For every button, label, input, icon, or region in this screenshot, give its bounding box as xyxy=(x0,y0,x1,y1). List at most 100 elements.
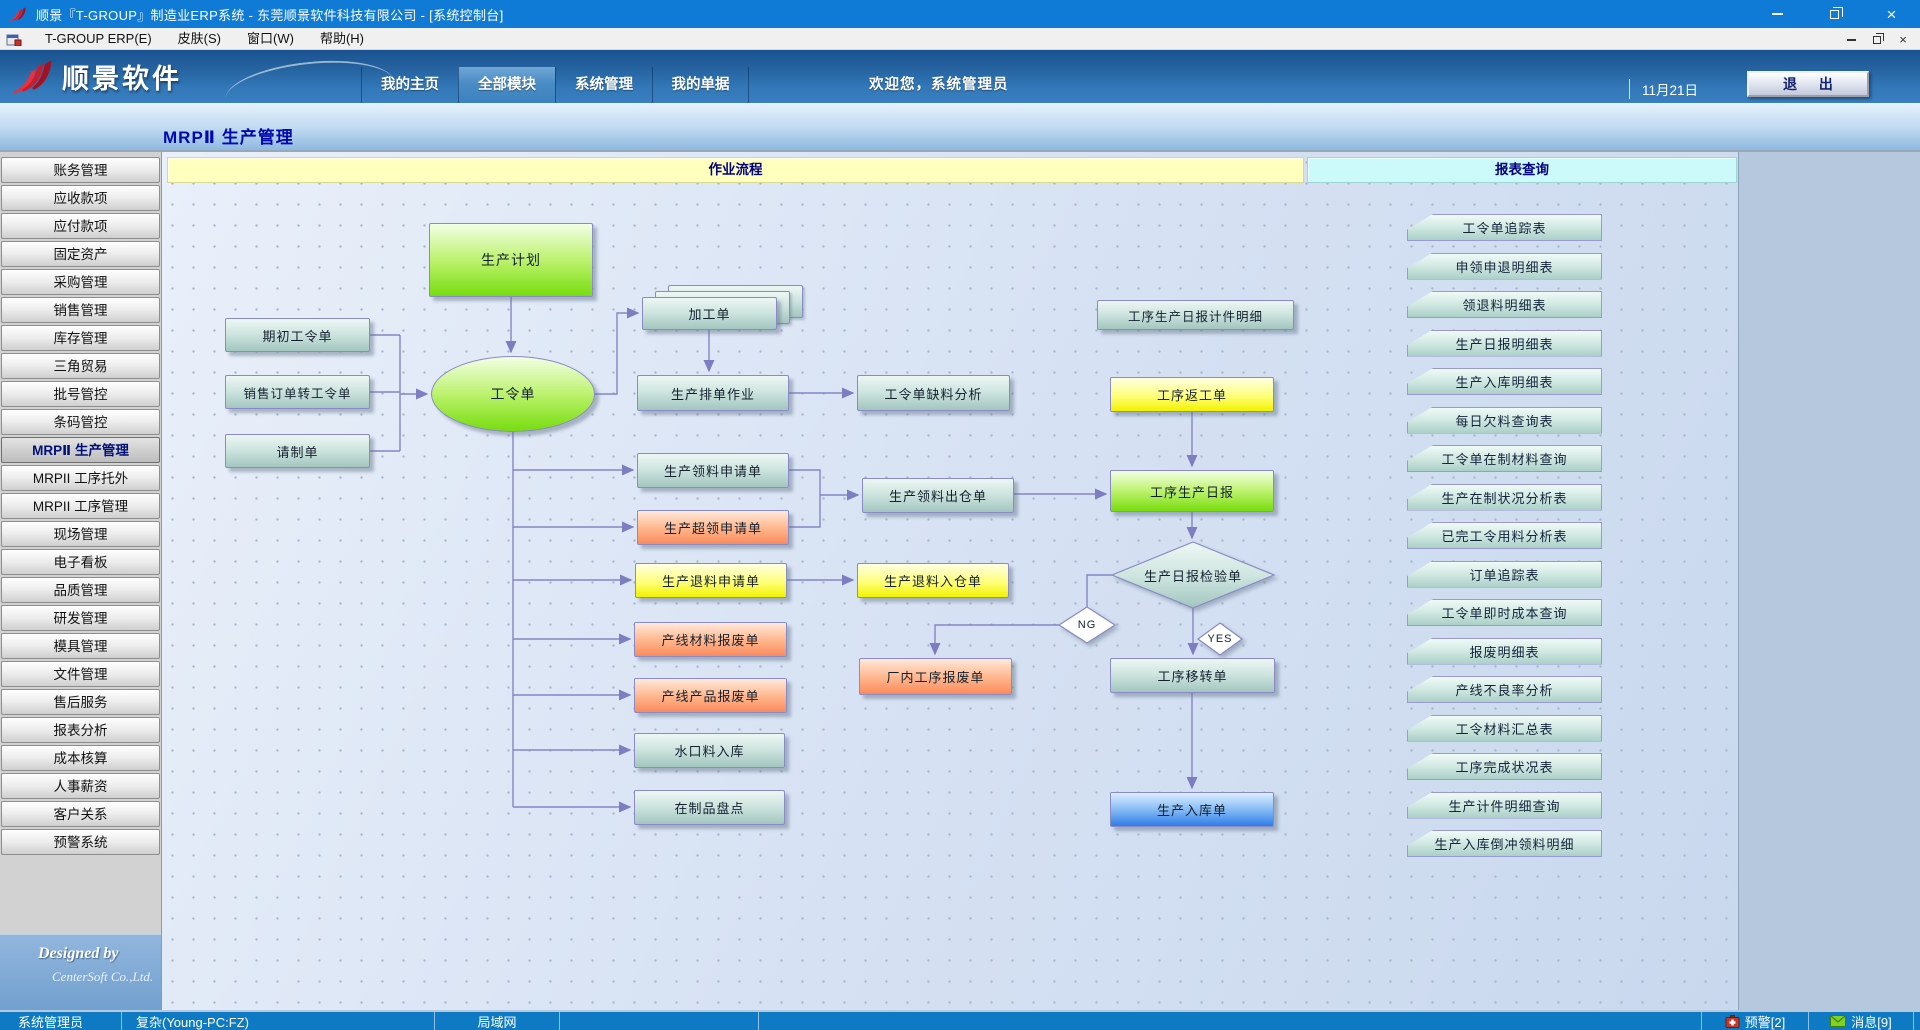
sidebar-item-品质管理[interactable]: 品质管理 xyxy=(1,577,160,603)
sidebar-item-现场管理[interactable]: 现场管理 xyxy=(1,521,160,547)
flow-node-rework[interactable]: 工序返工单 xyxy=(1110,377,1274,412)
report-button-生产计件明细查询[interactable]: 生产计件明细查询 xyxy=(1407,792,1602,819)
flow-node-ng[interactable]: NG xyxy=(1059,607,1115,643)
sidebar-item-研发管理[interactable]: 研发管理 xyxy=(1,605,160,631)
titlebar: 顺景『T-GROUP』制造业ERP系统 - 东莞顺景软件科技有限公司 - [系统… xyxy=(0,0,1920,28)
sidebar-item-固定资产[interactable]: 固定资产 xyxy=(1,241,160,267)
mdi-close-icon[interactable]: × xyxy=(1890,32,1916,47)
sidebar-item-应付款项[interactable]: 应付款项 xyxy=(1,213,160,239)
menu-item-3[interactable]: 帮助(H) xyxy=(307,28,377,50)
report-button-生产在制状况分析表[interactable]: 生产在制状况分析表 xyxy=(1407,484,1602,511)
page-title-band: MRPⅡ 生产管理 xyxy=(0,103,1920,152)
flow-node-return-req[interactable]: 生产退料申请单 xyxy=(635,563,787,598)
tab-我的单据[interactable]: 我的单据 xyxy=(652,67,749,103)
report-button-工令单即时成本查询[interactable]: 工令单即时成本查询 xyxy=(1407,599,1602,626)
flow-node-factory-scrap[interactable]: 厂内工序报废单 xyxy=(859,658,1012,695)
flow-node-line-mat-scrap[interactable]: 产线材料报废单 xyxy=(634,622,787,657)
mdi-minimize-icon[interactable] xyxy=(1838,32,1864,47)
report-button-报废明细表[interactable]: 报废明细表 xyxy=(1407,638,1602,665)
flow-node-transfer[interactable]: 工序移转单 xyxy=(1110,658,1275,693)
flow-node-so-to-wo[interactable]: 销售订单转工令单 xyxy=(225,375,370,409)
main-area: 账务管理应收款项应付款项固定资产采购管理销售管理库存管理三角贸易批号管控条码管控… xyxy=(0,152,1920,1010)
sidebar-item-成本核算[interactable]: 成本核算 xyxy=(1,745,160,771)
exit-button[interactable]: 退 出 xyxy=(1747,71,1869,97)
content-area: 作业流程 报表查询 生产计划期初工令单销售订单转工令单请制单工令单加工单生产排单… xyxy=(162,152,1920,1010)
report-button-生产日报明细表[interactable]: 生产日报明细表 xyxy=(1407,330,1602,357)
report-button-工令材料汇总表[interactable]: 工令材料汇总表 xyxy=(1407,715,1602,742)
sidebar-item-MRPⅡ 生产管理[interactable]: MRPⅡ 生产管理 xyxy=(1,437,160,463)
report-button-订单追踪表[interactable]: 订单追踪表 xyxy=(1407,561,1602,588)
report-button-产线不良率分析[interactable]: 产线不良率分析 xyxy=(1407,676,1602,703)
sidebar-item-MRPII 工序托外[interactable]: MRPII 工序托外 xyxy=(1,465,160,491)
flow-node-wip-count[interactable]: 在制品盘点 xyxy=(634,790,785,825)
sidebar-item-批号管控[interactable]: 批号管控 xyxy=(1,381,160,407)
flow-node-inspection[interactable]: 生产日报检验单 xyxy=(1112,542,1274,608)
sidebar-item-文件管理[interactable]: 文件管理 xyxy=(1,661,160,687)
report-button-工令单在制材料查询[interactable]: 工令单在制材料查询 xyxy=(1407,445,1602,472)
sidebar-item-库存管理[interactable]: 库存管理 xyxy=(1,325,160,351)
flow-node-process-order[interactable]: 加工单 xyxy=(642,297,777,330)
flow-node-scheduling[interactable]: 生产排单作业 xyxy=(637,375,789,411)
flow-node-stock-in[interactable]: 生产入库单 xyxy=(1110,792,1274,827)
flow-node-sprue-in[interactable]: 水口料入库 xyxy=(634,733,785,768)
menu-item-1[interactable]: 皮肤(S) xyxy=(165,28,234,50)
menu-item-0[interactable]: T-GROUP ERP(E) xyxy=(32,28,165,50)
report-button-领退料明细表[interactable]: 领退料明细表 xyxy=(1407,291,1602,318)
status-预警[2][interactable]: 预警[2] xyxy=(1702,1012,1809,1030)
tab-全部模块[interactable]: 全部模块 xyxy=(458,67,555,103)
sidebar-item-人事薪资[interactable]: 人事薪资 xyxy=(1,773,160,799)
flow-node-work-order[interactable]: 工令单 xyxy=(431,356,595,432)
report-button-申领申退明细表[interactable]: 申领申退明细表 xyxy=(1407,253,1602,280)
report-button-生产入库明细表[interactable]: 生产入库明细表 xyxy=(1407,368,1602,395)
sidebar-item-采购管理[interactable]: 采购管理 xyxy=(1,269,160,295)
report-button-已完工令用料分析表[interactable]: 已完工令用料分析表 xyxy=(1407,522,1602,549)
sidebar-item-条码管控[interactable]: 条码管控 xyxy=(1,409,160,435)
status-消息[9][interactable]: 消息[9] xyxy=(1809,1012,1914,1030)
sidebar-item-报表分析[interactable]: 报表分析 xyxy=(1,717,160,743)
menu-item-2[interactable]: 窗口(W) xyxy=(234,28,307,50)
tab-我的主页[interactable]: 我的主页 xyxy=(361,67,458,103)
mdi-restore-icon[interactable] xyxy=(1864,32,1890,47)
minimize-button[interactable] xyxy=(1749,0,1806,28)
flow-node-daily-report[interactable]: 工序生产日报 xyxy=(1110,470,1274,512)
sidebar-item-三角贸易[interactable]: 三角贸易 xyxy=(1,353,160,379)
mdi-window-controls: × xyxy=(1838,28,1916,50)
sidebar-item-预警系统[interactable]: 预警系统 xyxy=(1,829,160,855)
sidebar-item-售后服务[interactable]: 售后服务 xyxy=(1,689,160,715)
flowchart-canvas: 作业流程 报表查询 生产计划期初工令单销售订单转工令单请制单工令单加工单生产排单… xyxy=(162,152,1739,1010)
sidebar-item-销售管理[interactable]: 销售管理 xyxy=(1,297,160,323)
flow-node-piece-detail[interactable]: 工序生产日报计件明细 xyxy=(1097,300,1294,330)
close-button[interactable]: × xyxy=(1863,0,1920,28)
report-button-工令单追踪表[interactable]: 工令单追踪表 xyxy=(1407,214,1602,241)
sidebar-item-应收款项[interactable]: 应收款项 xyxy=(1,185,160,211)
app-logo-icon xyxy=(8,5,28,23)
flow-node-yes[interactable]: YES xyxy=(1198,623,1242,655)
status-spacer-4 xyxy=(759,1012,1702,1030)
flow-node-shortage[interactable]: 工令单缺料分析 xyxy=(857,375,1010,411)
sidebar-item-MRPII 工序管理[interactable]: MRPII 工序管理 xyxy=(1,493,160,519)
flow-node-req-make[interactable]: 请制单 xyxy=(225,434,370,468)
sidebar-item-账务管理[interactable]: 账务管理 xyxy=(1,157,160,183)
sidebar-item-客户关系[interactable]: 客户关系 xyxy=(1,801,160,827)
flow-node-mat-req[interactable]: 生产领料申请单 xyxy=(637,453,789,488)
sidebar-item-模具管理[interactable]: 模具管理 xyxy=(1,633,160,659)
module-sidebar: 账务管理应收款项应付款项固定资产采购管理销售管理库存管理三角贸易批号管控条码管控… xyxy=(0,152,162,1010)
status-text: 消息[9] xyxy=(1851,1012,1891,1030)
status-text: 复杂(Young-PC:FZ) xyxy=(126,1012,249,1030)
flow-node-line-prd-scrap[interactable]: 产线产品报废单 xyxy=(634,678,787,713)
status-局域网: 局域网 xyxy=(435,1012,560,1030)
status-text: 系统管理员 xyxy=(4,1012,83,1030)
report-button-生产入库倒冲领料明细[interactable]: 生产入库倒冲领料明细 xyxy=(1407,830,1602,857)
flow-node-mat-issue[interactable]: 生产领料出仓单 xyxy=(862,478,1014,513)
sidebar-item-电子看板[interactable]: 电子看板 xyxy=(1,549,160,575)
window-title: 顺景『T-GROUP』制造业ERP系统 - 东莞顺景软件科技有限公司 - [系统… xyxy=(36,5,503,24)
restore-button[interactable] xyxy=(1806,0,1863,28)
flow-node-plan[interactable]: 生产计划 xyxy=(429,223,593,297)
tab-系统管理[interactable]: 系统管理 xyxy=(555,67,652,103)
status-spacer-3 xyxy=(560,1012,759,1030)
flow-node-over-req[interactable]: 生产超领申请单 xyxy=(637,510,789,545)
flow-node-return-in[interactable]: 生产退料入仓单 xyxy=(857,563,1009,598)
report-button-工序完成状况表[interactable]: 工序完成状况表 xyxy=(1407,753,1602,780)
flow-node-init-wo[interactable]: 期初工令单 xyxy=(225,318,370,352)
report-button-每日欠料查询表[interactable]: 每日欠料查询表 xyxy=(1407,407,1602,434)
